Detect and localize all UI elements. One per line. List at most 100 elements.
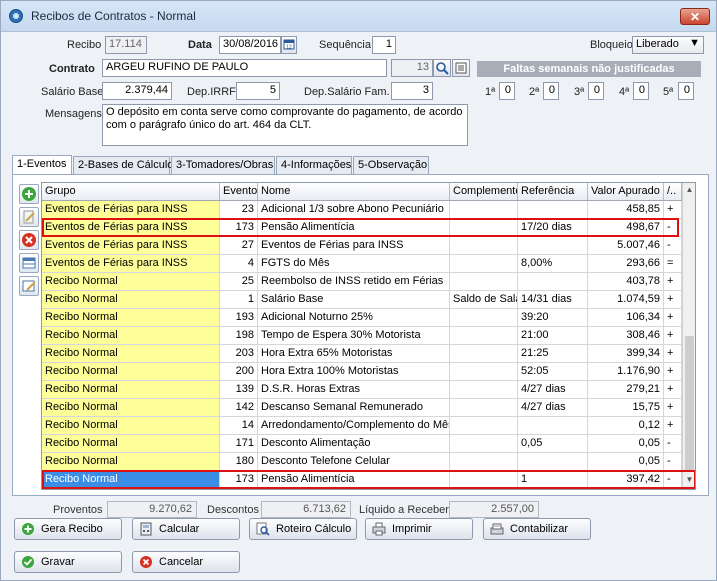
- cell-nome[interactable]: Reembolso de INSS retido em Férias: [258, 273, 450, 291]
- cell-nome[interactable]: Pensão Alimentícia: [258, 219, 450, 237]
- cell-referencia[interactable]: [518, 237, 588, 255]
- falta-5-field[interactable]: 0: [678, 82, 694, 100]
- delete-icon[interactable]: [19, 230, 39, 250]
- cell-valor[interactable]: 15,75: [588, 399, 664, 417]
- cell-sinal[interactable]: -: [664, 453, 682, 471]
- cell-grupo[interactable]: Recibo Normal: [42, 453, 220, 471]
- cell-referencia[interactable]: 4/27 dias: [518, 399, 588, 417]
- cell-valor[interactable]: 106,34: [588, 309, 664, 327]
- cell-sinal[interactable]: +: [664, 417, 682, 435]
- col-nome[interactable]: Nome: [258, 183, 450, 200]
- table-row[interactable]: Recibo Normal 25 Reembolso de INSS retido …: [42, 273, 682, 291]
- cell-evento[interactable]: 203: [220, 345, 258, 363]
- list-icon[interactable]: [452, 59, 470, 77]
- cell-valor[interactable]: 5.007,46: [588, 237, 664, 255]
- cell-sinal[interactable]: +: [664, 345, 682, 363]
- salario-base-field[interactable]: 2.379,44: [102, 82, 172, 100]
- table-row[interactable]: Recibo Normal1Salário BaseSaldo de Salár…: [42, 291, 682, 309]
- table-icon[interactable]: [19, 253, 39, 273]
- cell-valor[interactable]: 399,34: [588, 345, 664, 363]
- cell-valor[interactable]: 1.176,90: [588, 363, 664, 381]
- cell-complemento[interactable]: [450, 417, 518, 435]
- cell-valor[interactable]: 458,85: [588, 201, 664, 219]
- falta-2-field[interactable]: 0: [543, 82, 559, 100]
- cell-valor[interactable]: 0,05: [588, 435, 664, 453]
- cell-sinal[interactable]: +: [664, 363, 682, 381]
- table-row[interactable]: Eventos de Férias para INSS 173 Pensão Ali…: [42, 219, 682, 237]
- search-icon[interactable]: [433, 59, 451, 77]
- cell-complemento[interactable]: [450, 453, 518, 471]
- falta-3-field[interactable]: 0: [588, 82, 604, 100]
- grid-scrollbar[interactable]: ▲ ▼: [682, 183, 695, 489]
- cell-valor[interactable]: 308,46: [588, 327, 664, 345]
- edit-icon[interactable]: [19, 207, 39, 227]
- add-icon[interactable]: [19, 184, 39, 204]
- table-row[interactable]: Recibo Normal 180 Desconto Telefone Celula…: [42, 453, 682, 471]
- cell-referencia[interactable]: 39:20: [518, 309, 588, 327]
- cell-referencia[interactable]: [518, 201, 588, 219]
- cell-sinal[interactable]: +: [664, 291, 682, 309]
- cell-valor[interactable]: 293,66: [588, 255, 664, 273]
- cell-complemento[interactable]: [450, 327, 518, 345]
- sequencia-field[interactable]: 1: [372, 36, 396, 54]
- cell-sinal[interactable]: -: [664, 471, 682, 489]
- col-evento[interactable]: Evento: [220, 183, 258, 200]
- tab-bases-calculo[interactable]: 2-Bases de Cálculo: [73, 156, 173, 174]
- table-row[interactable]: Recibo Normal 14 Arredondamento/Complement…: [42, 417, 682, 435]
- gravar-button[interactable]: Gravar: [14, 551, 122, 573]
- eventos-grid[interactable]: Grupo Evento Nome Complemento Referência…: [41, 182, 696, 490]
- col-referencia[interactable]: Referência: [518, 183, 588, 200]
- cell-referencia[interactable]: [518, 273, 588, 291]
- imprimir-button[interactable]: Imprimir: [365, 518, 473, 540]
- cell-nome[interactable]: Adicional 1/3 sobre Abono Pecuniário: [258, 201, 450, 219]
- cell-nome[interactable]: Desconto Telefone Celular: [258, 453, 450, 471]
- cell-evento[interactable]: 171: [220, 435, 258, 453]
- cell-grupo[interactable]: Recibo Normal: [42, 291, 220, 309]
- cell-complemento[interactable]: [450, 273, 518, 291]
- roteiro-calculo-button[interactable]: Roteiro Cálculo: [249, 518, 357, 540]
- cell-evento[interactable]: 173: [220, 471, 258, 489]
- cell-sinal[interactable]: =: [664, 255, 682, 273]
- table-row[interactable]: Recibo Normal 193 Adicional Noturno 25% 39:…: [42, 309, 682, 327]
- cell-evento[interactable]: 173: [220, 219, 258, 237]
- cell-sinal[interactable]: +: [664, 201, 682, 219]
- gera-recibo-button[interactable]: Gera Recibo: [14, 518, 122, 540]
- cell-valor[interactable]: 1.074,59: [588, 291, 664, 309]
- cell-nome[interactable]: Arredondamento/Complemento do Mês: [258, 417, 450, 435]
- cell-referencia[interactable]: 0,05: [518, 435, 588, 453]
- table-row[interactable]: Recibo Normal 198 Tempo de Espera 30% Moto…: [42, 327, 682, 345]
- mensagens-field[interactable]: O depósito em conta serve como comprovan…: [102, 104, 468, 146]
- cell-referencia[interactable]: 4/27 dias: [518, 381, 588, 399]
- cell-grupo[interactable]: Eventos de Férias para INSS: [42, 219, 220, 237]
- cell-evento[interactable]: 193: [220, 309, 258, 327]
- cell-referencia[interactable]: 1: [518, 471, 588, 489]
- cell-grupo[interactable]: Recibo Normal: [42, 309, 220, 327]
- cell-sinal[interactable]: +: [664, 309, 682, 327]
- cell-grupo[interactable]: Recibo Normal: [42, 399, 220, 417]
- cell-grupo[interactable]: Recibo Normal: [42, 363, 220, 381]
- cell-referencia[interactable]: 21:00: [518, 327, 588, 345]
- cell-evento[interactable]: 200: [220, 363, 258, 381]
- cancelar-button[interactable]: Cancelar: [132, 551, 240, 573]
- col-sinal[interactable]: /..: [664, 183, 682, 200]
- cell-nome[interactable]: Adicional Noturno 25%: [258, 309, 450, 327]
- tab-tomadores-obras[interactable]: 3-Tomadores/Obras: [171, 156, 275, 174]
- cell-referencia[interactable]: 17/20 dias: [518, 219, 588, 237]
- cell-valor[interactable]: 498,67: [588, 219, 664, 237]
- cell-grupo[interactable]: Recibo Normal: [42, 471, 220, 489]
- cell-nome[interactable]: Salário Base: [258, 291, 450, 309]
- cell-complemento[interactable]: [450, 471, 518, 489]
- cell-valor[interactable]: 0,05: [588, 453, 664, 471]
- cell-grupo[interactable]: Recibo Normal: [42, 273, 220, 291]
- table-row[interactable]: Recibo Normal 200 Hora Extra 100% Motorist…: [42, 363, 682, 381]
- table-row[interactable]: Recibo Normal 173 Pensão Alimentícia 1 397,4…: [42, 471, 682, 489]
- cell-evento[interactable]: 139: [220, 381, 258, 399]
- cell-complemento[interactable]: [450, 201, 518, 219]
- cell-evento[interactable]: 1: [220, 291, 258, 309]
- scroll-down-icon[interactable]: ▼: [683, 473, 695, 487]
- cell-sinal[interactable]: +: [664, 399, 682, 417]
- calendar-icon[interactable]: 12: [281, 36, 297, 54]
- falta-4-field[interactable]: 0: [633, 82, 649, 100]
- tab-eventos[interactable]: 1-Eventos: [12, 155, 72, 175]
- contabilizar-button[interactable]: Contabilizar: [483, 518, 591, 540]
